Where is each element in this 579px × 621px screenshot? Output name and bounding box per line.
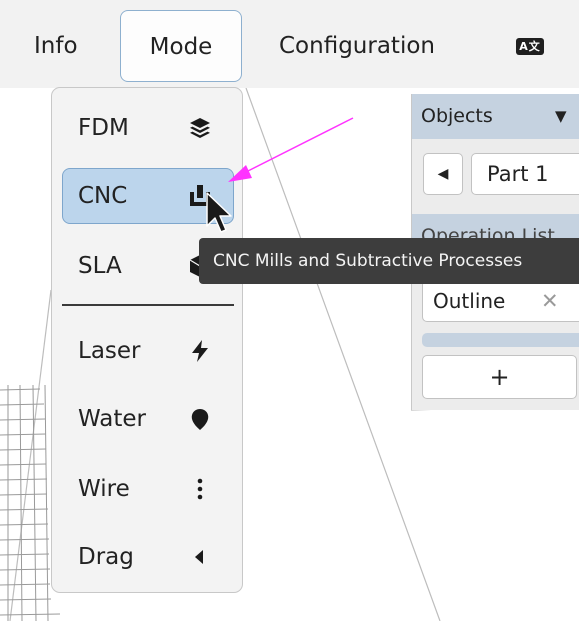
mode-item-label: Wire (78, 476, 130, 502)
objects-panel-header[interactable]: Objects ▼ (412, 94, 579, 139)
top-menu-bar: Info Mode Configuration A文 (0, 0, 579, 88)
operation-item-outline[interactable]: Outline ✕ (422, 280, 579, 322)
caret-down-icon[interactable]: ▼ (555, 94, 567, 139)
droplet-icon (191, 409, 209, 430)
language-icon[interactable]: A文 (516, 38, 544, 55)
mode-item-fdm[interactable]: FDM (62, 100, 234, 156)
cnc-mill-icon (190, 185, 210, 206)
mode-item-label: Drag (78, 544, 134, 570)
mode-item-wire[interactable]: Wire (62, 461, 234, 517)
bolt-icon (192, 340, 208, 362)
mode-item-label: Laser (78, 338, 141, 364)
mode-item-laser[interactable]: Laser (62, 323, 234, 379)
menu-configuration[interactable]: Configuration (279, 10, 435, 82)
operation-progress-bar (422, 333, 579, 347)
mode-item-label: CNC (78, 183, 128, 209)
menu-info[interactable]: Info (34, 10, 78, 82)
mode-dropdown-menu: FDM CNC SLA Laser Water Wire Drag (51, 87, 243, 593)
mode-item-drag[interactable]: Drag (62, 529, 234, 585)
vertical-dots-icon (197, 478, 203, 500)
part-button[interactable]: Part 1 (471, 153, 579, 195)
layers-icon (190, 118, 210, 138)
mode-item-water[interactable]: Water (62, 391, 234, 447)
objects-title: Objects (421, 105, 493, 127)
close-icon[interactable]: ✕ (541, 281, 559, 321)
operation-label: Outline (433, 289, 506, 313)
caret-left-icon (195, 550, 203, 564)
mode-item-label: Water (78, 406, 146, 432)
add-operation-button[interactable]: + (422, 355, 577, 399)
tooltip: CNC Mills and Subtractive Processes (199, 238, 579, 284)
mode-item-label: SLA (78, 253, 122, 279)
mode-item-cnc[interactable]: CNC (62, 168, 234, 224)
previous-part-button[interactable]: ◀ (423, 153, 463, 195)
app-window: Info Mode Configuration A文 Objects ▼ ◀ P… (0, 0, 579, 621)
menu-mode[interactable]: Mode (120, 10, 242, 82)
menu-divider (62, 304, 234, 306)
mode-item-label: FDM (78, 115, 129, 141)
